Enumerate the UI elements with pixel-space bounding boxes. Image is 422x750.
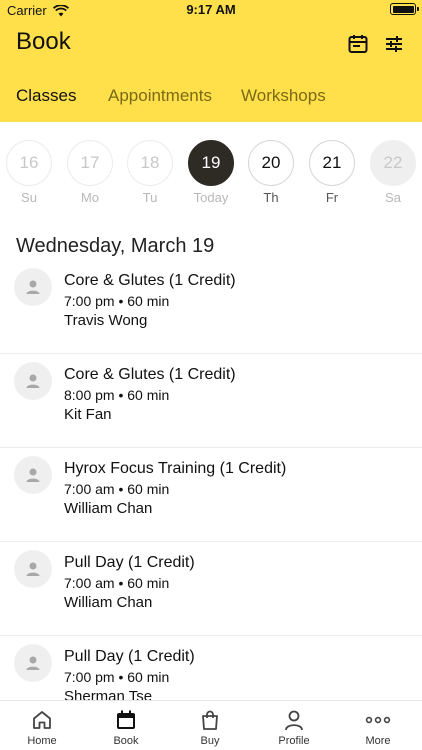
calendar-icon (348, 35, 368, 53)
instructor-avatar (14, 644, 52, 682)
day-18[interactable]: 18 Tu (126, 140, 174, 205)
day-circle: 22 (370, 140, 416, 186)
filter-button[interactable] (382, 32, 406, 56)
class-time: 7:00 pm • 60 min (64, 669, 170, 685)
tabbar-more[interactable]: More (336, 707, 420, 747)
tabbar-label: Buy (200, 735, 220, 747)
header-actions (346, 32, 406, 56)
day-17[interactable]: 17 Mo (66, 140, 114, 205)
calendar-icon (117, 710, 135, 729)
person-placeholder-icon (26, 656, 40, 670)
tab-workshops[interactable]: Workshops (241, 86, 326, 106)
day-22[interactable]: 22 Sa (369, 140, 417, 205)
instructor-avatar (14, 550, 52, 588)
tabbar-label: More (365, 735, 391, 747)
class-name: Core & Glutes (1 Credit) (64, 366, 236, 383)
day-21[interactable]: 21 Fr (308, 140, 356, 205)
person-placeholder-icon (26, 280, 40, 294)
day-circle: 20 (248, 140, 294, 186)
day-16[interactable]: 16 Su (5, 140, 53, 205)
shopping-bag-icon (202, 710, 218, 730)
day-20[interactable]: 20 Th (247, 140, 295, 205)
day-circle: 19 (188, 140, 234, 186)
tabbar-buy[interactable]: Buy (168, 707, 252, 747)
filter-sliders-icon (386, 36, 402, 52)
person-icon (285, 710, 303, 731)
header: Carrier 9:17 AM Book Classes Appointment… (0, 0, 422, 122)
tab-classes[interactable]: Classes (16, 86, 76, 106)
tabbar-label: Home (27, 735, 57, 747)
day-circle: 21 (309, 140, 355, 186)
class-time: 7:00 am • 60 min (64, 481, 170, 497)
class-list-item[interactable]: Hyrox Focus Training (1 Credit) 7:00 am … (0, 448, 422, 542)
person-placeholder-icon (26, 468, 40, 482)
day-label: Fr (325, 190, 339, 205)
day-label: Tu (142, 190, 158, 205)
calendar-button[interactable] (346, 32, 370, 56)
tabbar-label: Book (113, 735, 139, 747)
day-circle: 18 (127, 140, 173, 186)
class-instructor: William Chan (64, 500, 153, 517)
person-placeholder-icon (26, 562, 40, 576)
class-name: Core & Glutes (1 Credit) (64, 272, 236, 289)
day-circle: 17 (67, 140, 113, 186)
tabbar-home[interactable]: Home (0, 707, 84, 747)
date-strip: 16 Su 17 Mo 18 Tu 19 Today 20 Th 21 Fr 2… (0, 140, 422, 210)
segment-tabs: Classes Appointments Workshops (0, 82, 422, 112)
instructor-avatar (14, 362, 52, 400)
class-instructor: Travis Wong (64, 312, 148, 329)
day-label: Mo (80, 190, 100, 205)
tabbar-profile[interactable]: Profile (252, 707, 336, 747)
class-name: Pull Day (1 Credit) (64, 648, 195, 665)
day-19-today[interactable]: 19 Today (187, 140, 235, 205)
day-label: Today (193, 190, 229, 205)
day-label: Su (21, 190, 37, 205)
home-icon (33, 711, 51, 729)
battery-icon (390, 3, 419, 15)
class-time: 7:00 am • 60 min (64, 575, 170, 591)
bottom-tab-bar: Home Book Buy Profile More (0, 700, 422, 750)
class-time: 7:00 pm • 60 min (64, 293, 170, 309)
class-time: 8:00 pm • 60 min (64, 387, 170, 403)
more-dots-icon (365, 716, 391, 724)
status-time: 9:17 AM (186, 2, 236, 17)
tabbar-label: Profile (278, 735, 310, 747)
class-list-item[interactable]: Pull Day (1 Credit) 7:00 am • 60 min Wil… (0, 542, 422, 636)
day-circle: 16 (6, 140, 52, 186)
day-label: Sa (385, 190, 401, 205)
date-heading: Wednesday, March 19 (16, 235, 215, 257)
class-name: Pull Day (1 Credit) (64, 554, 195, 571)
instructor-avatar (14, 456, 52, 494)
person-placeholder-icon (26, 374, 40, 388)
class-instructor: William Chan (64, 594, 153, 611)
day-label: Th (263, 190, 279, 205)
tab-appointments[interactable]: Appointments (108, 86, 212, 106)
instructor-avatar (14, 268, 52, 306)
class-name: Hyrox Focus Training (1 Credit) (64, 460, 287, 477)
tabbar-book[interactable]: Book (84, 707, 168, 747)
class-list-item[interactable]: Core & Glutes (1 Credit) 8:00 pm • 60 mi… (0, 354, 422, 448)
status-bar: Carrier 9:17 AM (0, 0, 422, 20)
class-list: Core & Glutes (1 Credit) 7:00 pm • 60 mi… (0, 260, 422, 730)
page-title: Book (16, 28, 71, 55)
class-instructor: Kit Fan (64, 406, 112, 423)
class-list-item[interactable]: Core & Glutes (1 Credit) 7:00 pm • 60 mi… (0, 260, 422, 354)
